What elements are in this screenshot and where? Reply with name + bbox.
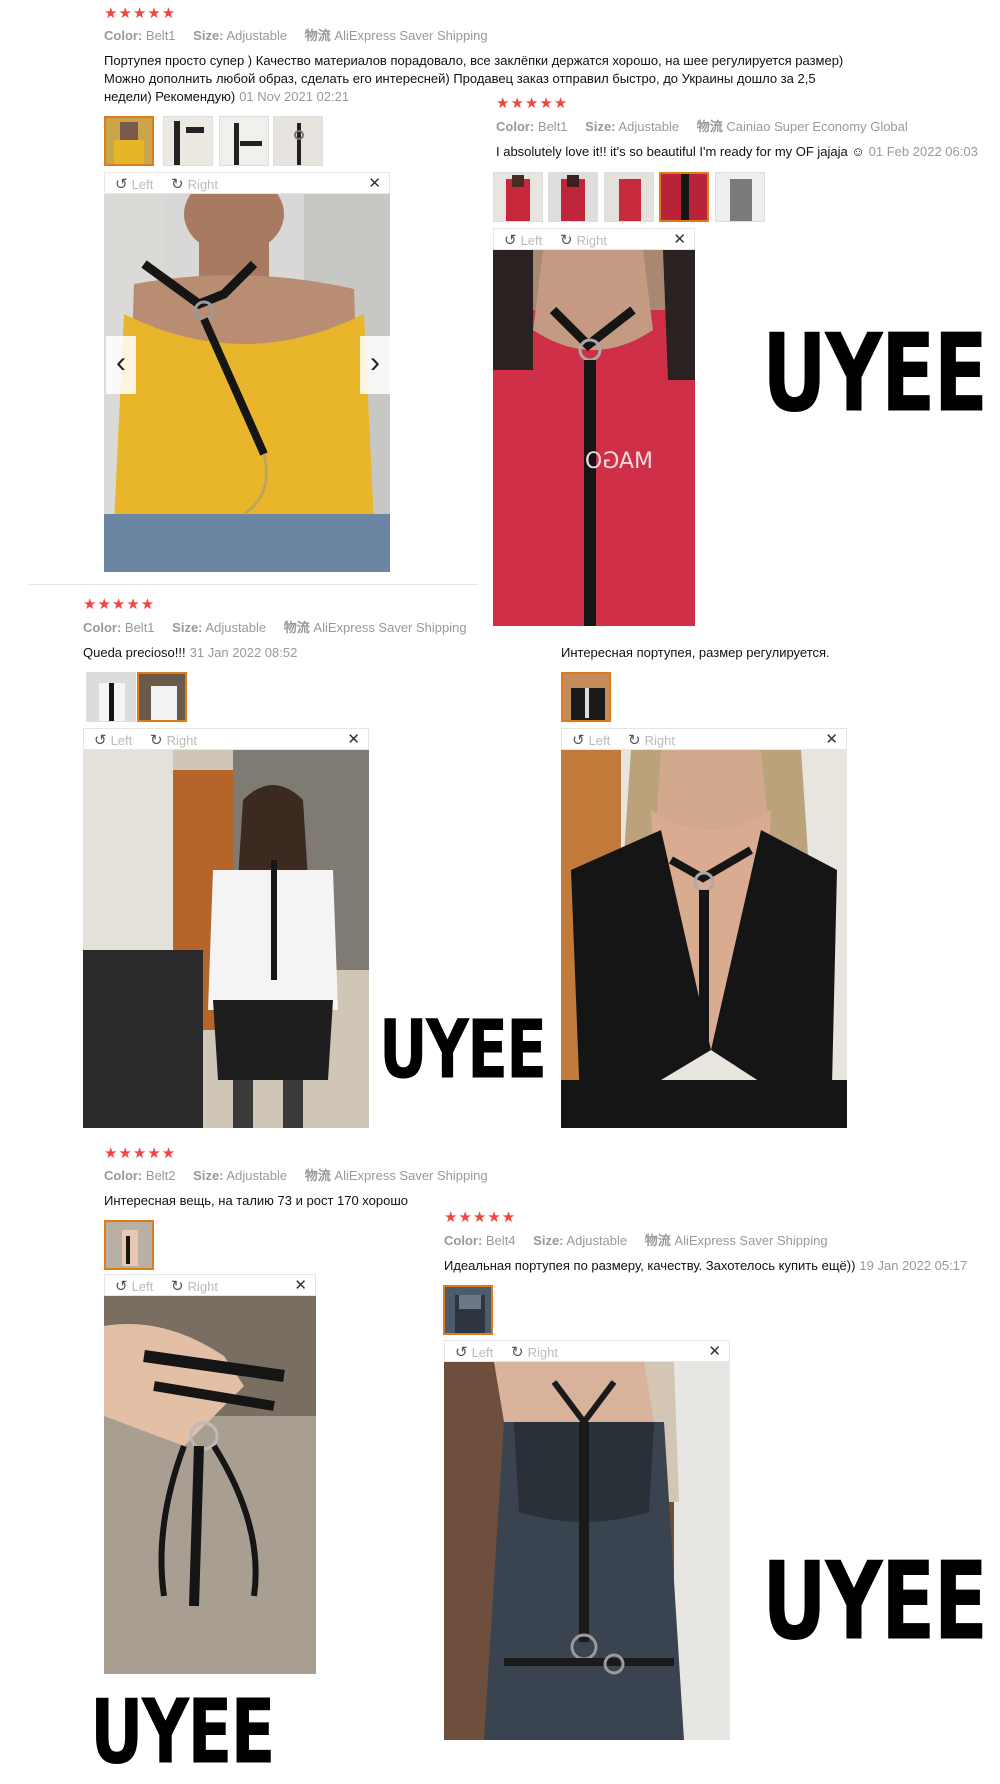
next-image-button[interactable]: › (360, 336, 390, 394)
review-thumbnail[interactable] (163, 116, 213, 166)
rotate-right-button[interactable]: ↻ Right (150, 731, 197, 749)
review-thumbnail[interactable] (443, 1285, 493, 1335)
close-icon[interactable]: ✕ (673, 230, 686, 248)
review-photo: MAGO (493, 250, 695, 626)
rotate-right-icon: ↻ (511, 1344, 524, 1361)
review-thumbnail[interactable] (604, 172, 654, 222)
close-icon[interactable]: ✕ (708, 1342, 721, 1360)
rotate-left-button[interactable]: ↺ Left (504, 231, 542, 249)
review-text: Интересная портупея, размер регулируется… (561, 645, 830, 660)
review-text: I absolutely love it!! it's so beautiful… (496, 144, 978, 159)
review-card-background (444, 1200, 1000, 1216)
review-text: Интересная вещь, на талию 73 и рост 170 … (104, 1193, 409, 1208)
review-thumbnail[interactable] (273, 116, 323, 166)
review-thumbnail[interactable] (715, 172, 765, 222)
image-viewer-toolbar: ↺ Left ↻ Right ✕ (104, 1274, 316, 1296)
review-thumbnail[interactable] (86, 672, 136, 722)
review-meta: Color: Belt1 Size: Adjustable 物流 Cainiao… (496, 119, 908, 134)
review-thumbnail[interactable] (137, 672, 187, 722)
review-photo (561, 750, 847, 1128)
rating-stars: ★★★★★ (83, 596, 156, 613)
rotate-left-button[interactable]: ↺ Left (572, 731, 610, 749)
review-date: 01 Feb 2022 06:03 (868, 144, 978, 159)
brand-logo: UYEE (762, 1538, 988, 1665)
brand-logo: UYEE (762, 310, 988, 437)
review-thumbnail[interactable] (219, 116, 269, 166)
rotate-left-button[interactable]: ↺ Left (115, 1277, 153, 1295)
rotate-right-button[interactable]: ↻ Right (171, 1277, 218, 1295)
review-date: 19 Jan 2022 05:17 (859, 1258, 968, 1273)
review-text: Портупея просто супер ) Качество материа… (104, 53, 844, 104)
rotate-right-icon: ↻ (628, 732, 641, 749)
rotate-right-icon: ↻ (150, 732, 163, 749)
review-thumbnail[interactable] (548, 172, 598, 222)
rotate-right-icon: ↻ (560, 232, 573, 249)
image-viewer-toolbar: ↺ Left ↻ Right ✕ (104, 172, 390, 194)
review-thumbnail[interactable] (104, 116, 154, 166)
review-date: 01 Nov 2021 02:21 (239, 89, 350, 104)
rotate-left-icon: ↺ (94, 732, 107, 749)
rating-stars: ★★★★★ (104, 5, 177, 22)
rotate-left-icon: ↺ (455, 1344, 468, 1361)
review-meta: Color: Belt4 Size: Adjustable 物流 AliExpr… (444, 1233, 828, 1248)
color-value: Belt1 (145, 28, 176, 43)
review-text: Идеальная портупея по размеру, качеству.… (444, 1258, 968, 1273)
review-thumbnail[interactable] (104, 1220, 154, 1270)
image-viewer-toolbar: ↺ Left ↻ Right ✕ (561, 728, 847, 750)
image-viewer-toolbar: ↺ Left ↻ Right ✕ (444, 1340, 730, 1362)
close-icon[interactable]: ✕ (294, 1276, 307, 1294)
rotate-left-icon: ↺ (115, 1278, 128, 1295)
review-meta: Color: Belt1 Size: Adjustable 物流 AliExpr… (104, 28, 488, 43)
brand-logo: UYEE (90, 1679, 276, 1784)
rating-stars: ★★★★★ (496, 95, 569, 112)
rotate-right-button[interactable]: ↻ Right (171, 175, 218, 193)
shipping-value: AliExpress Saver Shipping (334, 28, 488, 43)
review-thumbnail[interactable] (493, 172, 543, 222)
brand-logo: UYEE (379, 1003, 547, 1098)
previous-image-button[interactable]: ‹ (106, 336, 136, 394)
review-photo (444, 1362, 730, 1740)
review-meta: Color: Belt1 Size: Adjustable 物流 AliExpr… (83, 620, 467, 635)
rotate-right-button[interactable]: ↻ Right (560, 231, 607, 249)
rating-stars: ★★★★★ (444, 1209, 517, 1226)
rotate-right-button[interactable]: ↻ Right (628, 731, 675, 749)
review-thumbnail[interactable] (659, 172, 709, 222)
rotate-left-icon: ↺ (572, 732, 585, 749)
rotate-right-icon: ↻ (171, 1278, 184, 1295)
rotate-left-button[interactable]: ↺ Left (115, 175, 153, 193)
image-viewer-toolbar: ↺ Left ↻ Right ✕ (493, 228, 695, 250)
rotate-left-icon: ↺ (115, 176, 128, 193)
image-viewer-toolbar: ↺ Left ↻ Right ✕ (83, 728, 369, 750)
rotate-left-button[interactable]: ↺ Left (94, 731, 132, 749)
rotate-right-icon: ↻ (171, 176, 184, 193)
review-thumbnail[interactable] (561, 672, 611, 722)
close-icon[interactable]: ✕ (825, 730, 838, 748)
review-divider (28, 584, 478, 585)
rotate-left-icon: ↺ (504, 232, 517, 249)
review-meta: Color: Belt2 Size: Adjustable 物流 AliExpr… (104, 1168, 488, 1183)
review-photo (104, 194, 390, 572)
review-date: 31 Jan 2022 08:52 (189, 645, 298, 660)
size-value: Adjustable (226, 28, 288, 43)
close-icon[interactable]: ✕ (347, 730, 360, 748)
rotate-left-button[interactable]: ↺ Left (455, 1343, 493, 1361)
rating-stars: ★★★★★ (104, 1145, 177, 1162)
review-text: Queda precioso!!! 31 Jan 2022 08:52 (83, 645, 298, 660)
close-icon[interactable]: ✕ (368, 174, 381, 192)
svg-text:MAGO: MAGO (585, 449, 653, 474)
rotate-right-button[interactable]: ↻ Right (511, 1343, 558, 1361)
review-photo (83, 750, 369, 1128)
review-photo (104, 1296, 316, 1674)
